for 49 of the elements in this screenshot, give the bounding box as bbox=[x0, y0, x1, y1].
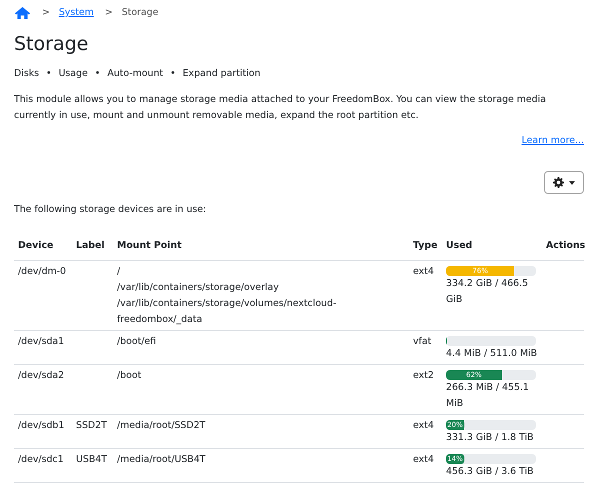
type-cell: ext4 bbox=[413, 420, 434, 431]
column-header: Actions bbox=[546, 240, 586, 251]
device-cell: /dev/dm-0 bbox=[18, 266, 66, 277]
section-link[interactable]: Usage bbox=[58, 66, 88, 82]
breadcrumb-link[interactable]: System bbox=[58, 5, 94, 21]
caret-icon bbox=[569, 180, 575, 184]
breadcrumb-separator: > bbox=[42, 6, 50, 20]
nav-separator: • bbox=[46, 67, 52, 81]
device-cell: /dev/sda2 bbox=[18, 370, 64, 381]
learn-more-link[interactable]: Learn more... bbox=[522, 135, 584, 146]
device-cell: /dev/sda1 bbox=[18, 336, 64, 347]
column-header: Mount Point bbox=[117, 240, 182, 251]
type-cell: ext4 bbox=[413, 266, 434, 277]
label-cell: SSD2T bbox=[76, 420, 107, 431]
mount-point-text: /var/lib/containers/storage/overlay bbox=[117, 281, 280, 295]
page-title: Storage bbox=[14, 32, 90, 56]
type-cell: ext2 bbox=[413, 370, 434, 381]
breadcrumb-current: Storage bbox=[122, 6, 158, 20]
settings-icon bbox=[553, 177, 564, 188]
column-header: Type bbox=[413, 240, 438, 251]
breadcrumb-separator: > bbox=[104, 6, 113, 20]
mount-point-text: /boot bbox=[117, 369, 142, 383]
mount-point-text: /var/lib/containers/storage/volumes/nextcloud-freedombox/_data bbox=[117, 297, 338, 327]
nav-separator: • bbox=[94, 67, 100, 81]
section-link[interactable]: Disks bbox=[14, 66, 40, 82]
column-header: Device bbox=[18, 240, 54, 251]
section-link[interactable]: Auto-mount bbox=[107, 66, 164, 82]
section-link[interactable]: Expand partition bbox=[182, 66, 260, 82]
nav-separator: • bbox=[170, 67, 176, 81]
settings-dropdown-button[interactable] bbox=[544, 171, 584, 194]
mount-point-text: /boot/efi bbox=[117, 335, 158, 349]
usage-text: 266.3 MiB / 455.1 MiB bbox=[446, 381, 530, 411]
mount-point-text: /media/root/USB4T bbox=[117, 453, 206, 467]
device-cell: /dev/sdc1 bbox=[18, 454, 64, 465]
usage-text: 456.3 GiB / 3.6 TiB bbox=[446, 465, 535, 479]
mount-point-text: /media/root/SSD2T bbox=[117, 419, 206, 433]
usage-text: 334.2 GiB / 466.5 GiB bbox=[446, 277, 530, 307]
device-cell: /dev/sdb1 bbox=[18, 420, 64, 431]
usage-text: 331.3 GiB / 1.8 TiB bbox=[446, 431, 535, 445]
type-cell: ext4 bbox=[413, 454, 434, 465]
home-icon[interactable] bbox=[14, 6, 31, 20]
description-text: This module allows you to manage storage media attached to your FreedomBox. You can view the storage media currently in use, mount and unmount removable media, expand the root partition etc. bbox=[14, 93, 547, 123]
column-header: Used bbox=[446, 240, 472, 251]
usage-text: 4.4 MiB / 511.0 MiB bbox=[446, 347, 538, 361]
type-cell: vfat bbox=[413, 336, 432, 347]
column-header: Label bbox=[76, 240, 105, 251]
intro-text: The following storage devices are in use: bbox=[14, 203, 208, 217]
label-cell: USB4T bbox=[76, 454, 107, 465]
mount-point-text: / bbox=[117, 265, 122, 279]
